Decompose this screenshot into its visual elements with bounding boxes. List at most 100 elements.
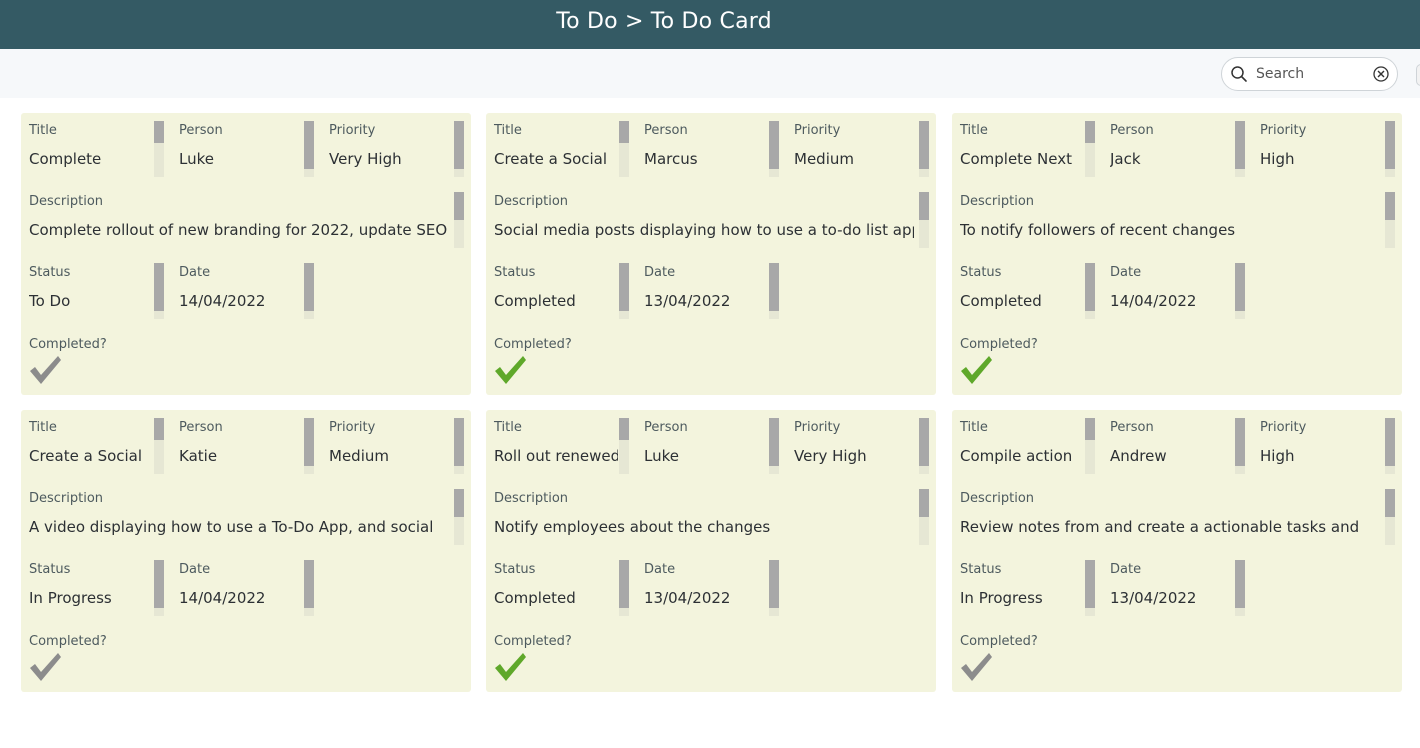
checkmark-shape xyxy=(495,653,526,681)
clear-search-icon[interactable] xyxy=(1372,65,1390,83)
description-value: Notify employees about the changes xyxy=(494,518,771,536)
title-scrollbar[interactable] xyxy=(154,121,164,177)
todo-card[interactable]: Title Complete Person Luke Priority Very… xyxy=(21,113,471,395)
description-value: A video displaying how to use a To-Do Ap… xyxy=(29,518,434,536)
priority-scrollbar[interactable] xyxy=(454,418,464,474)
completed-label: Completed? xyxy=(960,337,1038,352)
checkmark-shape xyxy=(30,653,61,681)
description-scrollbar[interactable] xyxy=(454,192,464,248)
priority-label: Priority xyxy=(329,123,376,138)
status-scrollbar[interactable] xyxy=(1085,560,1095,616)
priority-scrollbar[interactable] xyxy=(454,121,464,177)
checkmark-shape xyxy=(961,356,992,384)
date-scrollbar[interactable] xyxy=(304,263,314,319)
checkmark-shape xyxy=(30,356,61,384)
priority-value: Medium xyxy=(329,447,389,465)
status-scrollbar[interactable] xyxy=(154,263,164,319)
date-scrollbar[interactable] xyxy=(304,560,314,616)
title-value: Complete Next xyxy=(960,150,1073,168)
date-label: Date xyxy=(1110,265,1142,280)
person-value: Luke xyxy=(179,150,214,168)
priority-label: Priority xyxy=(794,420,841,435)
status-scrollbar[interactable] xyxy=(154,560,164,616)
description-label: Description xyxy=(29,194,104,209)
description-scrollbar[interactable] xyxy=(454,489,464,545)
todo-card[interactable]: Title Roll out renewed Person Luke Prior… xyxy=(486,410,936,692)
title-label: Title xyxy=(29,123,57,138)
description-label: Description xyxy=(494,491,569,506)
person-label: Person xyxy=(179,420,223,435)
date-scrollbar[interactable] xyxy=(1235,263,1245,319)
priority-label: Priority xyxy=(1260,123,1307,138)
title-scrollbar[interactable] xyxy=(154,418,164,474)
date-scrollbar[interactable] xyxy=(769,560,779,616)
checkmark-icon[interactable] xyxy=(959,650,993,684)
todo-card[interactable]: Title Compile action Person Andrew Prior… xyxy=(952,410,1402,692)
title-label: Title xyxy=(960,420,988,435)
priority-scrollbar[interactable] xyxy=(919,418,929,474)
title-value: Create a Social xyxy=(494,150,608,168)
description-scrollbar[interactable] xyxy=(1385,192,1395,248)
todo-card[interactable]: Title Complete Next Person Jack Priority… xyxy=(952,113,1402,395)
description-value: Review notes from and create a actionabl… xyxy=(960,518,1360,536)
person-value: Marcus xyxy=(644,150,698,168)
completed-label: Completed? xyxy=(29,337,107,352)
person-value: Katie xyxy=(179,447,218,465)
description-value: To notify followers of recent changes xyxy=(960,221,1236,239)
priority-scrollbar[interactable] xyxy=(1385,418,1395,474)
title-value: Roll out renewed xyxy=(494,447,618,465)
toolbar xyxy=(0,49,1420,98)
checkmark-icon[interactable] xyxy=(28,650,62,684)
priority-scrollbar[interactable] xyxy=(919,121,929,177)
description-value: Complete rollout of new branding for 202… xyxy=(29,221,448,239)
person-scrollbar[interactable] xyxy=(1235,121,1245,177)
checkmark-icon[interactable] xyxy=(493,650,527,684)
title-label: Title xyxy=(494,420,522,435)
checkmark-shape xyxy=(961,653,992,681)
search-icon xyxy=(1231,66,1247,82)
date-label: Date xyxy=(644,265,676,280)
person-scrollbar[interactable] xyxy=(769,121,779,177)
priority-value: Medium xyxy=(794,150,854,168)
person-label: Person xyxy=(1110,123,1154,138)
overflow-button[interactable] xyxy=(1416,64,1420,86)
status-value: Completed xyxy=(960,292,1042,310)
title-scrollbar[interactable] xyxy=(1085,418,1095,474)
title-scrollbar[interactable] xyxy=(619,121,629,177)
completed-label: Completed? xyxy=(494,337,572,352)
date-value: 13/04/2022 xyxy=(1110,589,1197,607)
description-label: Description xyxy=(29,491,104,506)
priority-label: Priority xyxy=(329,420,376,435)
person-scrollbar[interactable] xyxy=(1235,418,1245,474)
person-scrollbar[interactable] xyxy=(769,418,779,474)
priority-scrollbar[interactable] xyxy=(1385,121,1395,177)
status-value: Completed xyxy=(494,292,576,310)
checkmark-icon[interactable] xyxy=(28,353,62,387)
person-scrollbar[interactable] xyxy=(304,418,314,474)
search-box[interactable] xyxy=(1221,57,1398,91)
date-value: 14/04/2022 xyxy=(179,589,266,607)
status-label: Status xyxy=(960,562,1002,577)
title-label: Title xyxy=(960,123,988,138)
status-label: Status xyxy=(494,265,536,280)
status-scrollbar[interactable] xyxy=(619,560,629,616)
checkmark-icon[interactable] xyxy=(493,353,527,387)
checkmark-icon[interactable] xyxy=(959,353,993,387)
todo-card[interactable]: Title Create a Social Person Katie Prior… xyxy=(21,410,471,692)
description-scrollbar[interactable] xyxy=(919,489,929,545)
search-input[interactable] xyxy=(1256,63,1364,85)
description-scrollbar[interactable] xyxy=(1385,489,1395,545)
todo-card[interactable]: Title Create a Social Person Marcus Prio… xyxy=(486,113,936,395)
date-scrollbar[interactable] xyxy=(1235,560,1245,616)
priority-value: High xyxy=(1260,447,1295,465)
status-scrollbar[interactable] xyxy=(1085,263,1095,319)
date-scrollbar[interactable] xyxy=(769,263,779,319)
person-scrollbar[interactable] xyxy=(304,121,314,177)
status-scrollbar[interactable] xyxy=(619,263,629,319)
title-scrollbar[interactable] xyxy=(619,418,629,474)
title-label: Title xyxy=(494,123,522,138)
title-scrollbar[interactable] xyxy=(1085,121,1095,177)
date-label: Date xyxy=(644,562,676,577)
person-label: Person xyxy=(644,420,688,435)
description-scrollbar[interactable] xyxy=(919,192,929,248)
